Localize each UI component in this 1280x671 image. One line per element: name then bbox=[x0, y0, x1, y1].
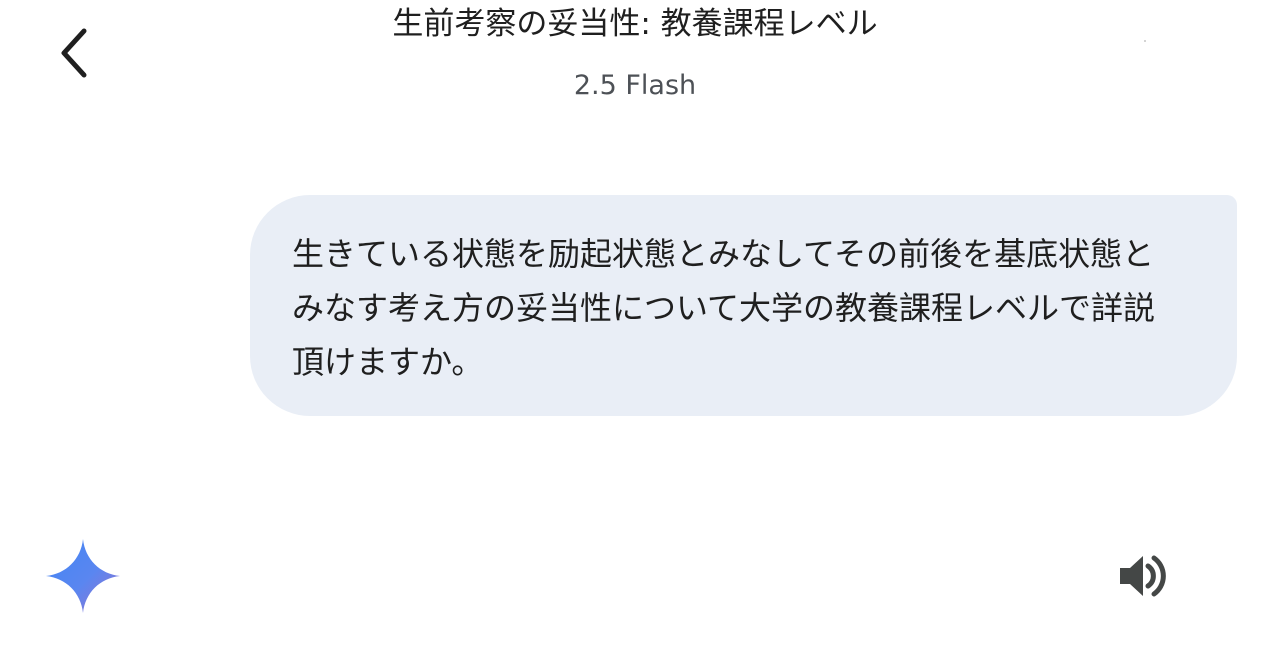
chevron-left-icon bbox=[61, 28, 87, 78]
conversation-title: 生前考察の妥当性: 教養課程レベル bbox=[392, 6, 878, 42]
read-aloud-button[interactable] bbox=[1110, 546, 1176, 606]
decorative-dot bbox=[1144, 40, 1146, 42]
speaker-icon bbox=[1120, 555, 1166, 597]
user-message-bubble: 生きている状態を励起状態とみなしてその前後を基底状態とみなす考え方の妥当性につい… bbox=[250, 195, 1237, 416]
chat-screen: 生前考察の妥当性: 教養課程レベル 2.5 Flash 生きている状態を励起状態… bbox=[0, 0, 1280, 671]
gemini-spark-icon bbox=[44, 537, 122, 615]
model-selector[interactable]: 2.5 Flash bbox=[490, 66, 780, 106]
back-button[interactable] bbox=[44, 22, 104, 84]
user-message-text: 生きている状態を励起状態とみなしてその前後を基底状態とみなす考え方の妥当性につい… bbox=[292, 235, 1156, 381]
